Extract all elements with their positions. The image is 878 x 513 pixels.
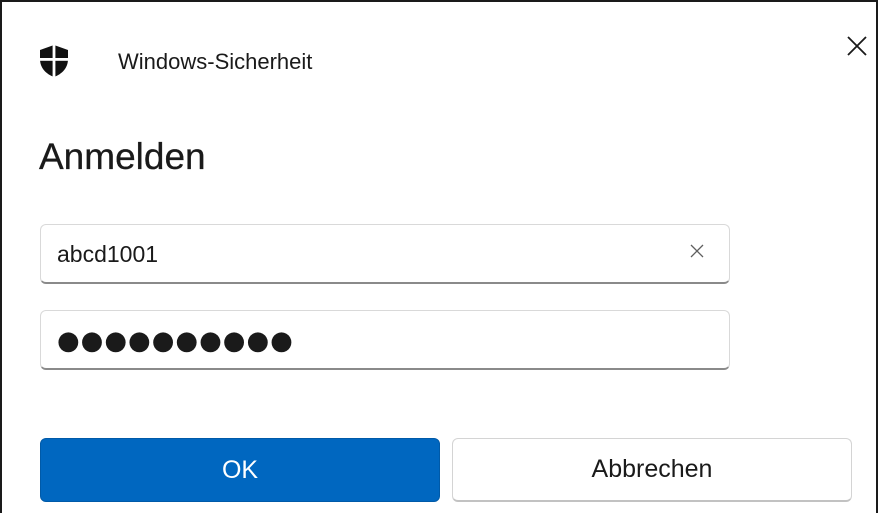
windows-security-dialog: Windows-Sicherheit Anmelden abcd1001 ●●●…: [0, 0, 878, 513]
ok-button[interactable]: OK: [40, 438, 440, 502]
close-icon: [846, 35, 868, 62]
window-title: Windows-Sicherheit: [118, 49, 313, 74]
close-button[interactable]: [836, 28, 876, 68]
page-title: Anmelden: [39, 136, 206, 177]
clear-icon: [689, 243, 705, 264]
cancel-button[interactable]: Abbrechen: [452, 438, 852, 502]
username-value: abcd1001: [57, 241, 159, 267]
clear-username-button[interactable]: [685, 241, 709, 265]
username-field[interactable]: abcd1001: [40, 224, 730, 284]
password-field[interactable]: ●●●●●●●●●●: [40, 310, 730, 370]
shield-icon: [38, 44, 70, 78]
password-value: ●●●●●●●●●●: [57, 326, 294, 356]
